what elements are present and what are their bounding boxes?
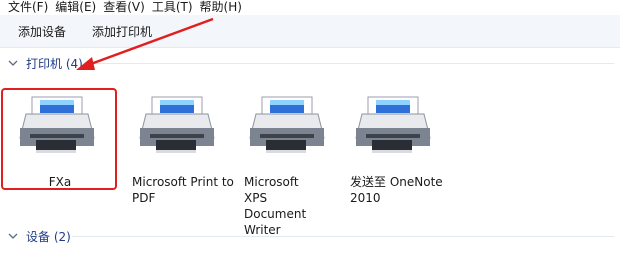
printer-label: Microsoft Print to PDF xyxy=(132,175,234,205)
printer-icon xyxy=(139,96,215,153)
menu-bar: 文件(F) 编辑(E) 查看(V) 工具(T) 帮助(H) xyxy=(0,0,620,14)
group-divider xyxy=(86,63,614,64)
printer-icon xyxy=(249,96,325,153)
menu-file[interactable]: 文件(F) xyxy=(0,0,48,14)
menu-tools[interactable]: 工具(T) xyxy=(143,0,193,14)
printer-label: 发送至 OneNote 2010 xyxy=(350,175,443,205)
printers-group-label: 打印机 (4) xyxy=(26,56,83,71)
devices-group-label: 设备 (2) xyxy=(26,229,71,244)
printers-group-header[interactable]: 打印机 (4) xyxy=(0,54,620,72)
chevron-down-icon xyxy=(8,60,18,66)
menu-help[interactable]: 帮助(H) xyxy=(191,0,242,14)
add-printer-button[interactable]: 添加打印机 xyxy=(74,23,152,40)
group-divider xyxy=(72,236,614,237)
add-device-button[interactable]: 添加设备 xyxy=(0,23,66,40)
menu-edit[interactable]: 编辑(E) xyxy=(46,0,96,14)
chevron-down-icon xyxy=(8,233,18,239)
printer-icon xyxy=(355,96,431,153)
menu-view[interactable]: 查看(V) xyxy=(94,0,145,14)
toolbar: 添加设备 添加打印机 xyxy=(0,15,620,48)
selection-highlight xyxy=(1,88,117,190)
devices-group-header[interactable]: 设备 (2) xyxy=(0,227,620,245)
